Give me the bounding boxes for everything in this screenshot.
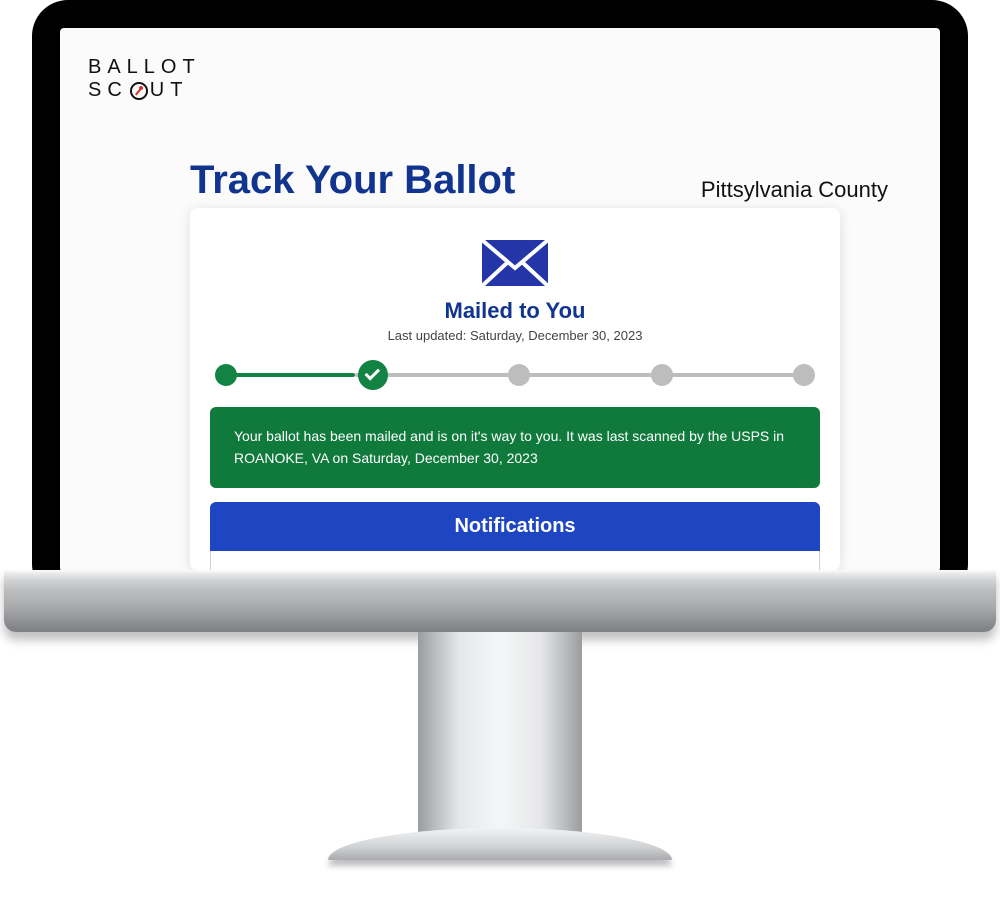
header-row: Track Your Ballot Pittsylvania County — [60, 158, 940, 203]
notifications-panel: Notifications — [210, 502, 820, 571]
progress-tracker — [210, 361, 820, 389]
monitor-neck — [418, 632, 582, 832]
last-updated: Last updated: Saturday, December 30, 202… — [210, 328, 820, 343]
status-card: Mailed to You Last updated: Saturday, De… — [190, 208, 840, 571]
progress-step-2 — [358, 360, 388, 390]
notifications-body — [210, 551, 820, 571]
page-title: Track Your Ballot — [190, 158, 515, 203]
logo-line1: BALLOT — [88, 56, 201, 79]
progress-step-1 — [215, 364, 237, 386]
logo-line2-suffix: UT — [150, 79, 189, 102]
county-label: Pittsylvania County — [701, 177, 888, 203]
logo-line2-prefix: SC — [88, 79, 128, 102]
monitor-chin — [4, 570, 996, 632]
envelope-icon — [480, 238, 550, 288]
progress-step-4 — [651, 364, 673, 386]
status-message: Your ballot has been mailed and is on it… — [210, 407, 820, 488]
progress-step-3 — [508, 364, 530, 386]
monitor-frame: BALLOT SC UT Track Your Ballot Pittsylva… — [32, 0, 968, 600]
screen: BALLOT SC UT Track Your Ballot Pittsylva… — [60, 28, 940, 572]
logo: BALLOT SC UT — [88, 56, 201, 102]
status-title: Mailed to You — [210, 298, 820, 324]
progress-line-pending — [355, 373, 805, 377]
check-icon — [364, 365, 380, 381]
logo-line2: SC UT — [88, 79, 201, 102]
compass-icon — [130, 82, 148, 100]
progress-line-done — [225, 373, 355, 377]
notifications-header[interactable]: Notifications — [210, 502, 820, 551]
progress-step-5 — [793, 364, 815, 386]
monitor-base — [328, 828, 672, 860]
